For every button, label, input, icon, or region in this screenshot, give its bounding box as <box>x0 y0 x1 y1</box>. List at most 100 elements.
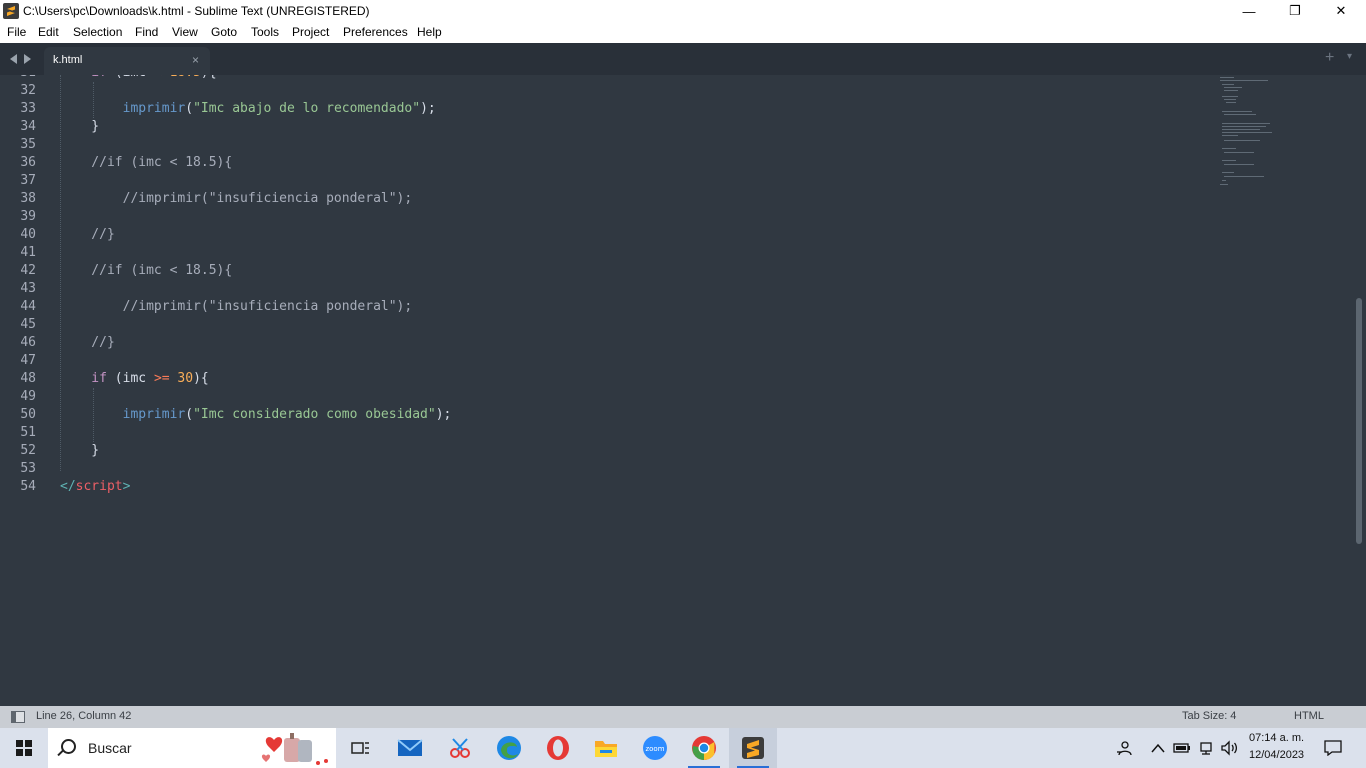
windows-logo-icon <box>16 740 32 756</box>
snipping-tool-button[interactable] <box>436 728 484 768</box>
tab-label: k.html <box>53 54 83 66</box>
code-line[interactable]: 54 </script> <box>0 478 1200 496</box>
line-code: if (imc < 18.5){ <box>60 75 217 82</box>
start-button[interactable] <box>0 728 48 768</box>
mail-app-button[interactable] <box>386 728 434 768</box>
code-line[interactable]: 37 <box>0 172 1200 190</box>
code-line[interactable]: 49 <box>0 388 1200 406</box>
line-number: 32 <box>20 83 36 98</box>
code-line[interactable]: 34 } <box>0 118 1200 136</box>
code-line[interactable]: 42 //if (imc < 18.5){ <box>0 262 1200 280</box>
line-number: 53 <box>20 461 36 476</box>
show-hidden-icons-chevron-up-icon[interactable] <box>1148 738 1168 758</box>
chrome-button[interactable] <box>680 728 728 768</box>
code-line[interactable]: 40 //} <box>0 226 1200 244</box>
clock-date[interactable]: 12/04/2023 <box>1249 749 1304 761</box>
code-line[interactable]: 50 imprimir("Imc considerado como obesid… <box>0 406 1200 424</box>
clock-time[interactable]: 07:14 a. m. <box>1249 732 1304 744</box>
menu-goto[interactable]: Goto <box>211 25 237 39</box>
tab-back-arrow-icon[interactable] <box>10 54 17 64</box>
code-line[interactable]: 32 <box>0 82 1200 100</box>
code-line[interactable]: 43 <box>0 280 1200 298</box>
svg-text:zoom: zoom <box>645 745 664 753</box>
volume-icon[interactable] <box>1219 738 1239 758</box>
code-line[interactable]: 35 <box>0 136 1200 154</box>
code-line[interactable]: 48 if (imc >= 30){ <box>0 370 1200 388</box>
line-number: 48 <box>20 371 36 386</box>
code-line[interactable]: 39 <box>0 208 1200 226</box>
search-placeholder: Buscar <box>88 740 132 756</box>
code-token: ){ <box>201 75 217 80</box>
menu-tools[interactable]: Tools <box>251 25 279 39</box>
tab-bar: k.html × + ▾ <box>0 43 1366 75</box>
menu-view[interactable]: View <box>172 25 198 39</box>
line-code: //if (imc < 18.5){ <box>60 154 232 172</box>
battery-icon[interactable] <box>1172 738 1192 758</box>
line-code: imprimir("Imc considerado como obesidad"… <box>60 406 452 424</box>
vertical-scrollbar-thumb[interactable] <box>1356 298 1362 544</box>
line-number: 35 <box>20 137 36 152</box>
cursor-position[interactable]: Line 26, Column 42 <box>36 710 131 722</box>
code-line[interactable]: 41 <box>0 244 1200 262</box>
minimize-button[interactable]: — <box>1226 0 1272 22</box>
sublime-text-button[interactable] <box>729 728 777 768</box>
code-token: imprimir <box>122 407 186 422</box>
taskbar-search-box[interactable]: Buscar <box>48 728 336 768</box>
file-explorer-icon <box>595 741 617 757</box>
code-line[interactable]: 44 //imprimir("insuficiencia ponderal"); <box>0 298 1200 316</box>
close-button[interactable]: ✕ <box>1318 0 1364 22</box>
code-line[interactable]: 52 } <box>0 442 1200 460</box>
code-line[interactable]: 53 <box>0 460 1200 478</box>
menu-find[interactable]: Find <box>135 25 158 39</box>
menu-selection[interactable]: Selection <box>73 25 122 39</box>
menu-preferences[interactable]: Preferences <box>343 25 408 39</box>
tab-close-icon[interactable]: × <box>192 53 199 67</box>
line-code: //imprimir("insuficiencia ponderal"); <box>60 190 413 208</box>
code-line[interactable]: 38 //imprimir("insuficiencia ponderal"); <box>0 190 1200 208</box>
notification-center-icon[interactable] <box>1323 738 1343 758</box>
edge-button[interactable] <box>485 728 533 768</box>
task-view-button[interactable] <box>336 728 384 768</box>
network-icon[interactable] <box>1196 738 1216 758</box>
tab-forward-arrow-icon[interactable] <box>24 54 31 64</box>
code-token: //} <box>60 335 115 350</box>
code-line[interactable]: 45 <box>0 316 1200 334</box>
line-code: //imprimir("insuficiencia ponderal"); <box>60 298 413 316</box>
code-line[interactable]: 46 //} <box>0 334 1200 352</box>
minimap[interactable] <box>1218 75 1278 190</box>
sublime-text-icon <box>742 737 764 759</box>
code-line[interactable]: 31 if (imc < 18.5){ <box>0 75 1200 82</box>
menu-project[interactable]: Project <box>292 25 329 39</box>
code-token: >= <box>153 371 170 386</box>
tab-list-dropdown-icon[interactable]: ▾ <box>1347 51 1352 62</box>
panel-toggle-icon[interactable] <box>11 711 25 723</box>
tab-k-html[interactable]: k.html × <box>44 47 210 75</box>
menu-file[interactable]: File <box>7 25 26 39</box>
search-icon <box>61 739 76 754</box>
code-line[interactable]: 36 //if (imc < 18.5){ <box>0 154 1200 172</box>
code-line[interactable]: 51 <box>0 424 1200 442</box>
snipping-icon <box>450 738 470 758</box>
line-number: 45 <box>20 317 36 332</box>
code-token: } <box>60 443 100 458</box>
sublime-text-app-icon <box>3 3 19 19</box>
zoom-button[interactable]: zoom <box>631 728 679 768</box>
maximize-button[interactable]: ❐ <box>1272 0 1318 22</box>
code-line[interactable]: 47 <box>0 352 1200 370</box>
tab-size-indicator[interactable]: Tab Size: 4 <box>1182 710 1236 722</box>
code-token: script <box>75 479 123 494</box>
menu-help[interactable]: Help <box>417 25 442 39</box>
people-icon[interactable] <box>1114 738 1134 758</box>
new-tab-icon[interactable]: + <box>1325 49 1334 67</box>
chrome-icon <box>692 736 716 760</box>
menu-edit[interactable]: Edit <box>38 25 59 39</box>
file-explorer-button[interactable] <box>582 728 630 768</box>
code-line[interactable]: 33 imprimir("Imc abajo de lo recomendado… <box>0 100 1200 118</box>
code-editor[interactable]: 31 if (imc < 18.5){32 33 imprimir("Imc ab… <box>0 75 1355 706</box>
opera-button[interactable] <box>534 728 582 768</box>
syntax-indicator[interactable]: HTML <box>1294 710 1324 722</box>
code-token: ( <box>185 407 194 422</box>
line-number: 50 <box>20 407 36 422</box>
code-token: "Imc abajo de lo recomendado" <box>193 101 421 116</box>
